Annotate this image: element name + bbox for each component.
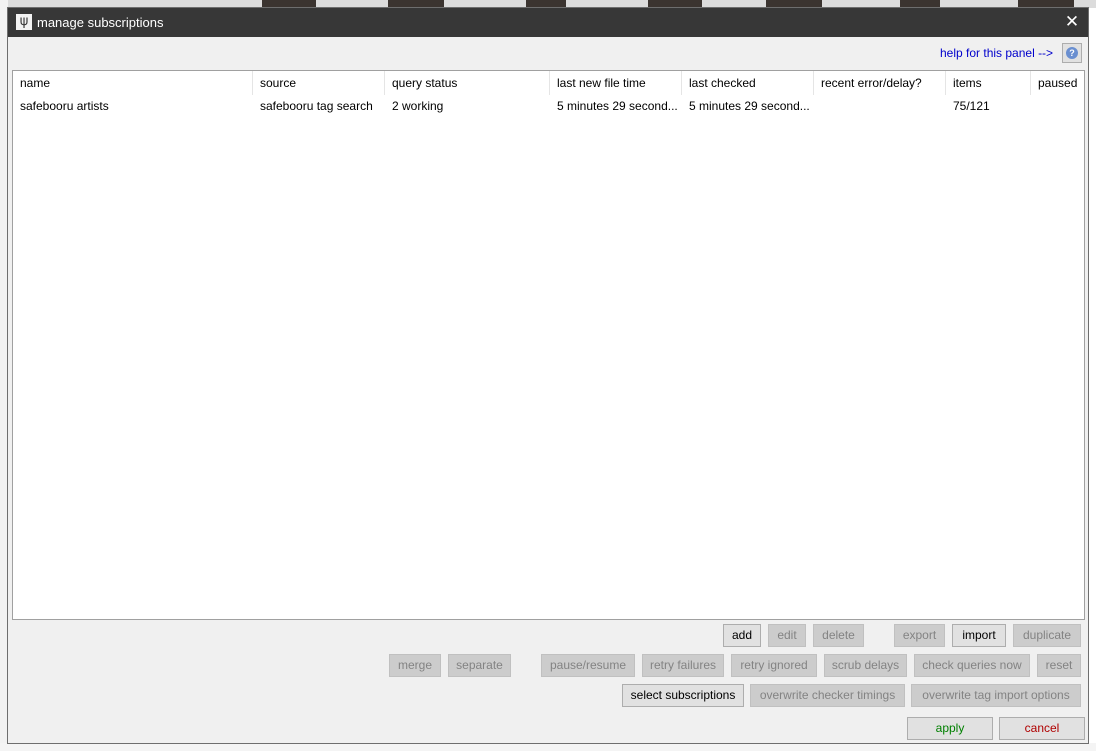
merge-button[interactable]: merge: [389, 654, 441, 677]
edit-button[interactable]: edit: [768, 624, 806, 647]
column-header-last-new-file-time[interactable]: last new file time: [550, 71, 682, 95]
question-circle-icon: ?: [1066, 47, 1078, 59]
column-header-query-status[interactable]: query status: [385, 71, 550, 95]
window-title: manage subscriptions: [37, 15, 164, 30]
import-button[interactable]: import: [952, 624, 1006, 647]
cancel-button[interactable]: cancel: [999, 717, 1085, 740]
app-icon: ψ: [16, 14, 32, 30]
column-header-items[interactable]: items: [946, 71, 1031, 95]
column-header-name[interactable]: name: [13, 71, 253, 95]
reset-button[interactable]: reset: [1037, 654, 1081, 677]
add-button[interactable]: add: [723, 624, 761, 647]
cell-source: safebooru tag search: [260, 99, 373, 113]
apply-button[interactable]: apply: [907, 717, 993, 740]
select-subscriptions-button[interactable]: select subscriptions: [622, 684, 744, 707]
export-button[interactable]: export: [894, 624, 945, 647]
title-bar[interactable]: ψ manage subscriptions ✕: [8, 8, 1088, 37]
separate-button[interactable]: separate: [448, 654, 511, 677]
pause-resume-button[interactable]: pause/resume: [541, 654, 635, 677]
column-header-recent-error[interactable]: recent error/delay?: [814, 71, 946, 95]
column-header-source[interactable]: source: [253, 71, 385, 95]
overwrite-checker-timings-button[interactable]: overwrite checker timings: [750, 684, 905, 707]
check-queries-now-button[interactable]: check queries now: [914, 654, 1030, 677]
cell-query-status: 2 working: [392, 99, 444, 113]
manage-subscriptions-dialog: ψ manage subscriptions ✕ help for this p…: [7, 7, 1089, 744]
table-row[interactable]: safebooru artists safebooru tag search 2…: [13, 95, 1084, 117]
overwrite-tag-import-options-button[interactable]: overwrite tag import options: [911, 684, 1081, 707]
subscriptions-list[interactable]: name source query status last new file t…: [12, 70, 1085, 620]
cell-paused: [1031, 95, 1084, 117]
cell-name: safebooru artists: [20, 99, 109, 113]
help-button[interactable]: ?: [1062, 43, 1082, 63]
column-header-paused[interactable]: paused: [1031, 71, 1084, 95]
cell-last-new-file-time: 5 minutes 29 second...: [557, 99, 678, 113]
retry-ignored-button[interactable]: retry ignored: [731, 654, 817, 677]
help-link[interactable]: help for this panel -->: [940, 46, 1053, 60]
cell-items: 75/121: [953, 99, 990, 113]
cell-last-checked: 5 minutes 29 second...: [689, 99, 810, 113]
cell-recent-error: [814, 95, 946, 117]
scrub-delays-button[interactable]: scrub delays: [824, 654, 907, 677]
close-icon[interactable]: ✕: [1056, 8, 1088, 37]
duplicate-button[interactable]: duplicate: [1013, 624, 1081, 647]
retry-failures-button[interactable]: retry failures: [642, 654, 724, 677]
background-app-edge: [0, 743, 1096, 751]
delete-button[interactable]: delete: [813, 624, 864, 647]
column-header-last-checked[interactable]: last checked: [682, 71, 814, 95]
list-header: name source query status last new file t…: [13, 71, 1084, 95]
